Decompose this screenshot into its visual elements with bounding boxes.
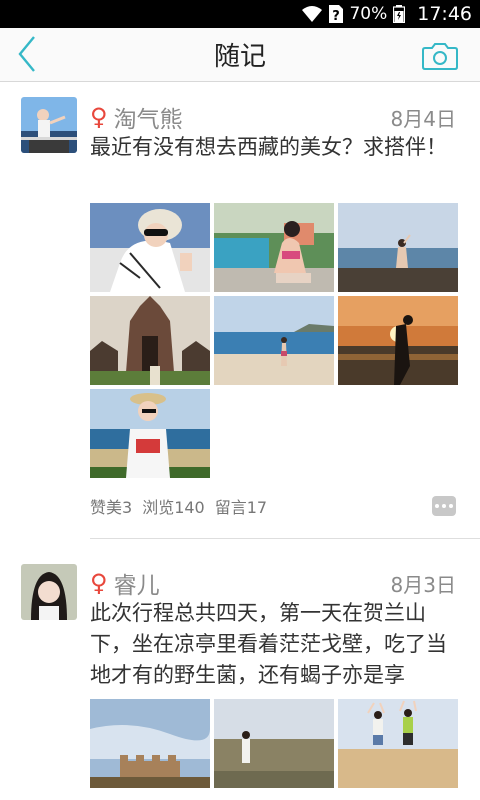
username[interactable]: 淘气熊 (114, 100, 183, 134)
page-title: 随记 (213, 42, 266, 72)
sim-icon: ? (329, 5, 344, 23)
battery-percent: 70% (349, 4, 388, 24)
chevron-left-icon[interactable] (14, 34, 42, 74)
post-date: 8月4日 (390, 106, 456, 131)
post-meta: ♀ 淘气熊 8月4日 (90, 100, 456, 134)
photo-grid (90, 203, 458, 479)
photo-girl-hat-beach[interactable] (90, 389, 210, 478)
post-stats: 赞美3 浏览140 留言17 (90, 494, 267, 518)
post-content[interactable]: 此次行程总共四天，第一天在贺兰山下，坐在凉亭里看着茫茫戈壁，吃了当地才有的野生菌… (90, 598, 456, 691)
post-item[interactable]: ♀ 睿儿 8月3日 此次行程总共四天，第一天在贺兰山下，坐在凉亭里看着茫茫戈壁，… (0, 560, 480, 800)
status-bar: ? 70% 17:46 (0, 0, 480, 28)
wifi-icon (302, 6, 323, 22)
views-count: 浏览140 (142, 498, 205, 517)
post-content[interactable]: 最近有没有想去西藏的美女？求搭伴！ (90, 132, 456, 194)
photo-beach-yoga[interactable] (214, 296, 334, 385)
post-date: 8月3日 (390, 572, 456, 597)
username[interactable]: 睿儿 (114, 566, 160, 600)
photo-sea-rocks[interactable] (338, 203, 458, 292)
clock: 17:46 (417, 3, 472, 25)
svg-text:?: ? (333, 9, 341, 23)
more-icon[interactable] (432, 496, 456, 516)
camera-icon[interactable] (422, 42, 458, 70)
female-icon: ♀ (90, 569, 108, 597)
female-icon: ♀ (90, 103, 108, 131)
photo-fort-sky[interactable] (90, 699, 210, 788)
battery-icon (393, 5, 406, 23)
app-bar: 随记 (0, 28, 480, 82)
comments-count[interactable]: 留言17 (215, 494, 267, 518)
photo-desert-jump[interactable] (338, 699, 458, 788)
photo-sunset[interactable] (338, 296, 458, 385)
photo-desert-girl[interactable] (214, 699, 334, 788)
avatar[interactable] (21, 564, 77, 620)
post-item[interactable]: ♀ 淘气熊 8月4日 最近有没有想去西藏的美女？求搭伴！ 赞美3 浏览140 留… (0, 82, 480, 542)
avatar[interactable] (21, 97, 77, 153)
photo-girl-sunglasses[interactable] (90, 203, 210, 292)
photo-pool-bikini[interactable] (214, 203, 334, 292)
post-meta: ♀ 睿儿 8月3日 (90, 566, 456, 600)
photo-grid (90, 699, 458, 788)
feed-list[interactable]: ♀ 淘气熊 8月4日 最近有没有想去西藏的美女？求搭伴！ 赞美3 浏览140 留… (0, 82, 480, 800)
divider (90, 538, 480, 539)
photo-temple[interactable] (90, 296, 210, 385)
likes-count[interactable]: 赞美3 (90, 494, 132, 518)
